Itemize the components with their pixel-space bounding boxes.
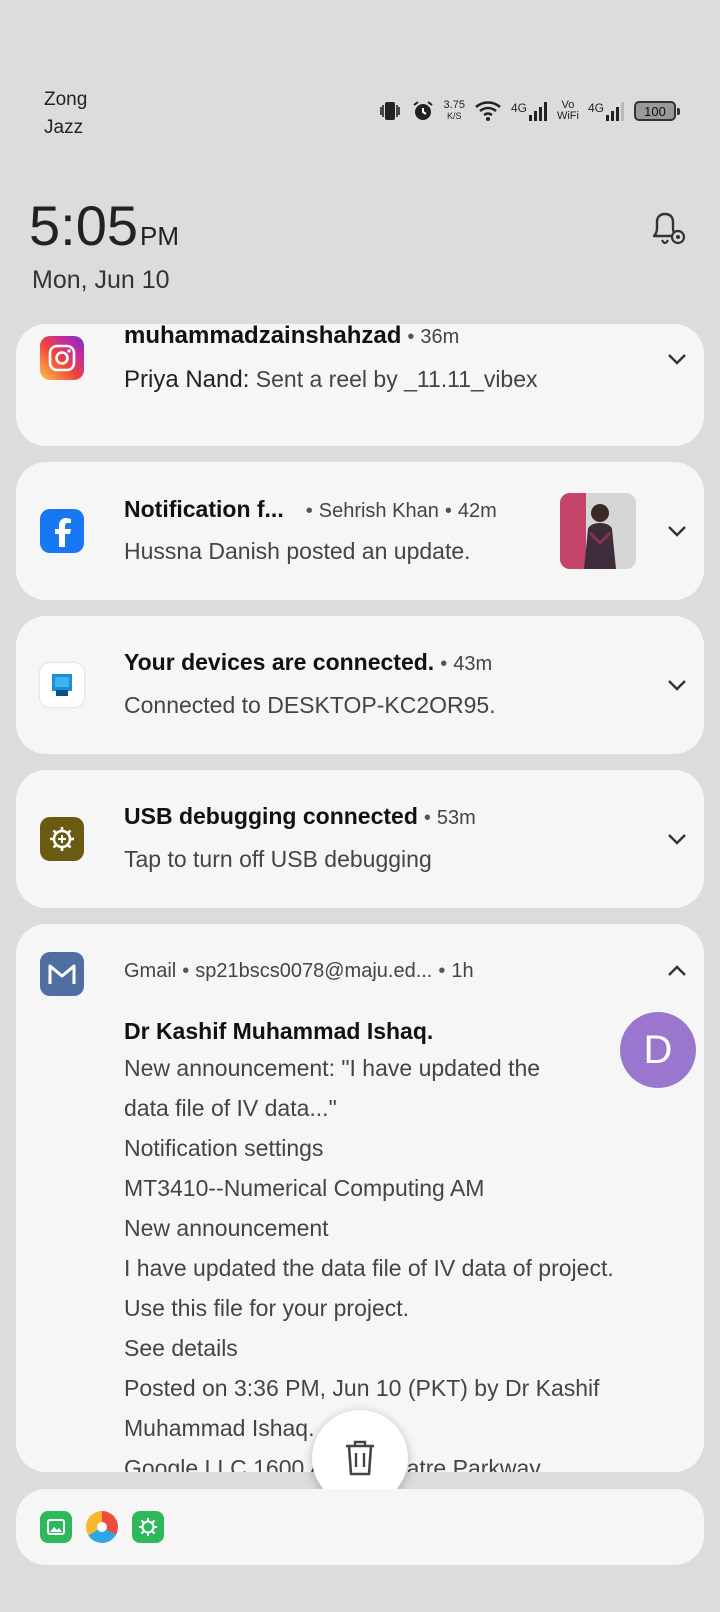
speed-value: 3.75	[443, 99, 465, 111]
notification-text: Tap to turn off USB debugging	[124, 846, 432, 872]
notification-body: Priya Nand: Sent a reel by _11.11_vibex	[124, 366, 538, 394]
network-speed: 3.75 K/S	[444, 100, 465, 122]
clock[interactable]: 5:05PM	[29, 196, 179, 266]
network-type-2: 4G	[587, 101, 604, 115]
notification-app: Gmail	[124, 960, 177, 982]
email-line: Use this file for your project.	[124, 1295, 410, 1321]
settings-app-icon	[132, 1511, 164, 1543]
notification-time: 43m	[453, 653, 493, 675]
email-line: New announcement	[124, 1215, 329, 1241]
image-glyph	[47, 1519, 65, 1535]
network-type-1: 4G	[510, 101, 527, 115]
notification-time: 42m	[457, 500, 497, 522]
notification-header: USB debugging connected • 53m	[124, 803, 476, 829]
email-line: data file of IV data..."	[124, 1095, 337, 1121]
clock-time: 5:05	[29, 194, 138, 257]
camera-glyph	[48, 344, 76, 372]
notification-instagram[interactable]: muhammadzainshahzad • 36m Priya Nand: Sent…	[16, 322, 704, 446]
date[interactable]: Mon, Jun 10	[32, 266, 170, 295]
gmail-icon	[40, 952, 84, 996]
clock-ampm: PM	[140, 221, 179, 251]
vibrate-icon	[379, 102, 400, 120]
email-line: MT3410--Numerical Computing AM	[124, 1175, 485, 1201]
facebook-f-glyph	[55, 518, 71, 547]
collapse-chevron-icon[interactable]	[664, 958, 690, 984]
wifi-label: WiFi	[556, 110, 579, 122]
notification-text: Connected to DESKTOP-KC2OR95.	[124, 692, 496, 718]
battery-level: 100	[644, 103, 666, 119]
devices-icon	[40, 663, 84, 707]
signal-icon	[528, 102, 547, 121]
facebook-icon	[40, 509, 84, 553]
expand-chevron-icon[interactable]	[664, 346, 690, 372]
notification-gmail[interactable]: Gmail • sp21bscs0078@maju.ed... • 1h Dr Kash…	[16, 924, 704, 1472]
notification-settings-icon[interactable]	[646, 206, 688, 248]
signal-2: 4G	[588, 101, 625, 121]
email-body: New announcement: "I have updated the da…	[124, 1048, 684, 1472]
carrier-2: Jazz	[44, 117, 84, 138]
gear-glyph	[50, 827, 74, 851]
notification-text: Sent a reel by _11.11_vibex	[255, 366, 538, 392]
notification-sender: Priya Nand:	[124, 366, 250, 393]
notification-subtitle: Sehrish Khan	[318, 500, 439, 522]
browser-glyph	[97, 1522, 107, 1532]
email-line: New announcement: "I have updated the	[124, 1055, 541, 1081]
email-line: See details	[124, 1335, 238, 1361]
email-sender: Dr Kashif Muhammad Ishaq.	[124, 1018, 434, 1044]
notification-link-to-windows[interactable]: Your devices are connected. • 43m Connecte…	[16, 616, 704, 754]
notification-usb-debugging[interactable]: USB debugging connected • 53m Tap to turn …	[16, 770, 704, 908]
notification-header: Your devices are connected. • 43m	[124, 649, 493, 675]
gear-glyph	[139, 1518, 157, 1536]
monitor-glyph	[52, 674, 72, 696]
signal-icon	[606, 102, 624, 121]
collapsed-notifications-tray[interactable]	[16, 1489, 704, 1565]
expand-chevron-icon[interactable]	[664, 826, 690, 852]
notification-title: USB debugging connected	[124, 803, 418, 829]
person-photo	[560, 493, 636, 569]
battery-icon: 100	[634, 101, 680, 121]
notification-time: 36m	[420, 326, 460, 348]
notification-title: Notification f...	[124, 496, 284, 522]
notification-text: Hussna Danish posted an update.	[124, 538, 471, 564]
notification-time: 1h	[451, 960, 474, 982]
signal-1: 4G	[511, 101, 548, 121]
carrier-1: Zong	[44, 89, 88, 110]
email-line: Posted on 3:36 PM, Jun 10 (PKT) by Dr Ka…	[124, 1375, 600, 1401]
instagram-icon	[40, 336, 84, 380]
notification-header: Gmail • sp21bscs0078@maju.ed... • 1h	[124, 960, 474, 982]
alarm-icon	[412, 101, 433, 120]
vowifi-indicator: Vo WiFi	[557, 100, 579, 122]
notification-time: 53m	[436, 807, 476, 829]
notification-title: Your devices are connected.	[124, 649, 435, 675]
notification-facebook[interactable]: Notification f... • Sehrish Khan • 42m Hussn…	[16, 462, 704, 600]
expand-chevron-icon[interactable]	[664, 518, 690, 544]
email-line: I have updated the data file of IV data …	[124, 1255, 614, 1281]
carrier-names: Zong Jazz	[44, 86, 87, 142]
trash-icon	[346, 1440, 374, 1476]
notification-header: Notification f... • Sehrish Khan • 42m	[124, 496, 497, 522]
notification-title: muhammadzainshahzad	[124, 322, 402, 349]
post-thumbnail	[560, 493, 636, 569]
email-line: Notification settings	[124, 1135, 324, 1161]
android-settings-icon	[40, 817, 84, 861]
speed-unit: K/S	[447, 111, 462, 121]
status-icons: 3.75 K/S 4G Vo WiFi 4G 100	[378, 96, 680, 126]
mail-glyph	[48, 964, 76, 984]
expand-chevron-icon[interactable]	[664, 672, 690, 698]
notification-account: sp21bscs0078@maju.ed...	[195, 960, 433, 982]
wifi-icon	[475, 101, 501, 121]
gallery-app-icon	[40, 1511, 72, 1543]
browser-app-icon	[86, 1511, 118, 1543]
notification-header: muhammadzainshahzad • 36m	[124, 322, 460, 349]
